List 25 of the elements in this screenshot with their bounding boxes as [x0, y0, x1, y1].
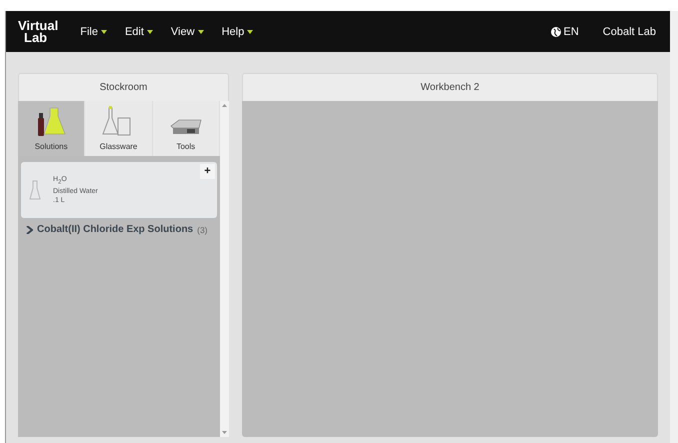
logo-text: Virtual: [18, 20, 58, 32]
flask-icon: [29, 180, 41, 200]
scroll-down-icon: [222, 431, 227, 434]
logo-text: Lab: [24, 32, 48, 43]
menu-item[interactable]: Edit: [124, 26, 153, 38]
add-button[interactable]: +: [200, 164, 215, 179]
scrollbar[interactable]: [220, 101, 229, 437]
workbench-area[interactable]: [242, 101, 658, 437]
user-name: Cobalt Lab: [602, 26, 656, 38]
category-tab[interactable]: Glassware: [85, 101, 153, 156]
caret-icon: [247, 30, 254, 34]
category-tab[interactable]: Tools: [152, 101, 220, 156]
caret-icon: [100, 30, 107, 34]
page-scrollbar[interactable]: [670, 11, 678, 443]
menu-item[interactable]: File: [80, 26, 107, 38]
scroll-up-icon: [222, 104, 227, 107]
globe-icon: [550, 26, 560, 36]
menu-item[interactable]: View: [170, 26, 204, 38]
panel-title: Workbench 2: [242, 73, 658, 101]
menu-item[interactable]: Help: [222, 26, 254, 38]
solution-group[interactable]: Cobalt(II) Chloride Exp Solutions (3): [18, 218, 220, 241]
caret-icon: [198, 30, 204, 34]
language-button[interactable]: EN: [550, 26, 579, 38]
panel-title: Stockroom: [18, 73, 229, 101]
caret-icon: [146, 30, 153, 34]
